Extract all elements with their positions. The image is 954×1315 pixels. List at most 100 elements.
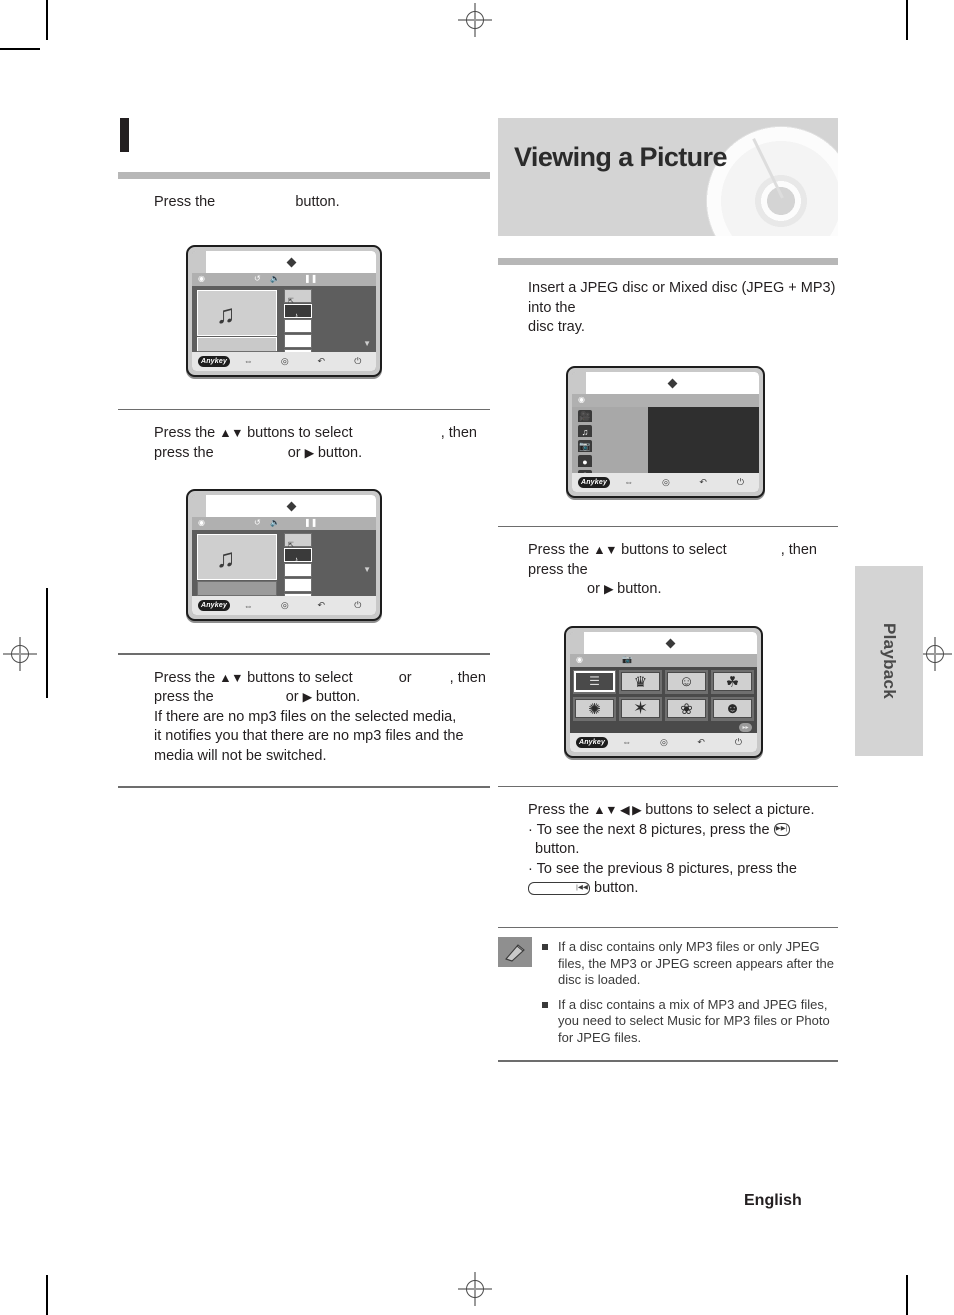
right-heading-rule bbox=[498, 258, 838, 265]
left-step3-line2-c: button. bbox=[315, 689, 361, 705]
section-title-banner: Viewing a Picture bbox=[498, 118, 838, 236]
right-step3-text-b: buttons to select a picture. bbox=[645, 802, 815, 818]
screen-content: 🎥 ♫ 📷 ● ⚙ bbox=[572, 406, 759, 488]
screen-footer: Anykey ⇔ ◎ ↶ ⏻ bbox=[192, 596, 376, 615]
navigate-icon: ⇔ bbox=[624, 477, 634, 487]
navigate-icon: ⇔ bbox=[243, 600, 253, 611]
chapter-tab-playback: Playback bbox=[855, 566, 923, 756]
file-item[interactable] bbox=[284, 578, 312, 592]
photo-icon: 📷 bbox=[622, 654, 632, 664]
thumbnail-cell[interactable]: ☺ bbox=[665, 669, 708, 694]
thumbnail-cell[interactable]: ☻ bbox=[711, 696, 754, 721]
left-step3-line5: media will not be switched. bbox=[154, 747, 327, 764]
diamond-icon bbox=[286, 501, 297, 512]
thumbnail-cell[interactable]: ☰ bbox=[573, 669, 616, 694]
album-art: ♫ bbox=[197, 289, 277, 336]
left-step-3: Press the ▲▼ buttons to select or , then… bbox=[118, 655, 490, 771]
left-step-2: Press the ▲▼ buttons to select , then pr… bbox=[118, 410, 490, 467]
scroll-down-icon[interactable]: ▼ bbox=[363, 565, 371, 574]
left-step2-line2-b: or bbox=[287, 444, 301, 461]
screen-titlebar bbox=[572, 371, 759, 394]
anykey-badge[interactable]: Anykey bbox=[578, 476, 610, 488]
chapter-tab-label: Playback bbox=[880, 622, 899, 700]
right-step3-bullet2-a: · To see the previous 8 pictures, press … bbox=[528, 860, 797, 877]
scroll-down-icon[interactable]: ▼ bbox=[363, 339, 371, 348]
screen-footer: Anykey ⇔ ◎ ↶ ⏻ bbox=[192, 351, 376, 371]
girl-flowers-thumb: ☻ bbox=[713, 698, 752, 719]
screen-statusbar: ◉ ↺ 🔈 ❚❚ bbox=[192, 517, 376, 530]
music-file-item[interactable]: ♪ bbox=[284, 303, 312, 320]
anykey-badge[interactable]: Anykey bbox=[198, 355, 230, 367]
exit-icon: ⏻ bbox=[354, 600, 362, 610]
list-row[interactable] bbox=[197, 336, 277, 352]
left-step3-line2-a: press the bbox=[154, 689, 214, 705]
thumbnail-grid: ☰ ♛ ☺ ☘ ✺ ✶ ❀ ☻ bbox=[573, 669, 754, 721]
thumbnail-cell[interactable]: ♛ bbox=[619, 669, 662, 694]
disc-icon: ◉ bbox=[576, 654, 583, 664]
left-step3-or: or bbox=[398, 669, 412, 686]
left-step2-line2-c: button. bbox=[317, 444, 363, 461]
file-item[interactable] bbox=[284, 333, 312, 348]
disc-menu-screen: ◉ 🎥 ♫ 📷 ● ⚙ Anykey ⇔ ◎ ↶ ⏻ bbox=[566, 365, 765, 498]
thumbnail-cell[interactable]: ✶ bbox=[619, 696, 662, 721]
crop-mark-tl-v bbox=[46, 0, 48, 40]
anykey-badge[interactable]: Anykey bbox=[576, 736, 608, 748]
crop-mark-br-v bbox=[906, 1275, 908, 1315]
volume-icon: 🔈 bbox=[270, 518, 280, 527]
sun-thumb: ✶ bbox=[621, 698, 660, 719]
left-step3-text-c: , then bbox=[449, 669, 486, 686]
next-page-indicator[interactable]: ▸▸ bbox=[739, 722, 752, 732]
prev-skip-icon: |◀◀ bbox=[528, 881, 590, 895]
enter-icon: ◎ bbox=[280, 355, 289, 366]
left-step3-line2-b: or bbox=[285, 689, 299, 705]
manual-page: Press the button. ◉ ↺ 🔈 ❚❚ ♫ ⇱ ♪ ▼ Anyke… bbox=[0, 0, 954, 1315]
left-step2-text-a: Press the bbox=[154, 425, 216, 441]
pause-icon: ❚❚ bbox=[304, 273, 318, 283]
note-list: If a disc contains only MP3 files or onl… bbox=[542, 937, 838, 1054]
thumbnail-cell[interactable]: ✺ bbox=[573, 696, 616, 721]
photo-thumbnail-screen: ◉ 📷 ☰ ♛ ☺ ☘ ✺ ✶ ❀ ☻ ▸▸ Anykey ⇔ ◎ ↶ ⏻ bbox=[564, 625, 763, 758]
volume-icon: 🔈 bbox=[270, 273, 280, 283]
note-box: If a disc contains only MP3 files or onl… bbox=[498, 928, 838, 1054]
disc-icon: ◉ bbox=[198, 273, 205, 283]
note-item: If a disc contains a mix of MP3 and JPEG… bbox=[542, 997, 838, 1047]
file-item[interactable] bbox=[284, 563, 312, 577]
up-down-arrows-icon: ▲▼ bbox=[219, 670, 244, 685]
folder-up-item[interactable]: ⇱ bbox=[284, 533, 312, 549]
thumbnail-cell[interactable]: ❀ bbox=[665, 696, 708, 721]
music-note-icon: ♫ bbox=[216, 298, 236, 329]
left-step-1: Press the button. bbox=[118, 179, 490, 217]
diamond-icon bbox=[667, 378, 678, 388]
right-step-3: Press the ▲▼ ◀ ▶ buttons to select a pic… bbox=[498, 787, 838, 903]
thumbnail-cell[interactable]: ☘ bbox=[711, 669, 754, 694]
exit-icon: ⏻ bbox=[736, 476, 744, 487]
repeat-icon: ↺ bbox=[254, 518, 261, 527]
screen-statusbar: ◉ bbox=[572, 393, 759, 407]
left-step2-text-c: , then bbox=[440, 425, 477, 441]
left-step2-text-b: buttons to select bbox=[247, 425, 353, 441]
anykey-badge[interactable]: Anykey bbox=[198, 600, 230, 611]
file-item[interactable] bbox=[284, 318, 312, 333]
return-icon: ↶ bbox=[699, 476, 707, 487]
castle-thumb: ♛ bbox=[621, 671, 660, 692]
up-down-arrows-icon: ▲▼ bbox=[593, 543, 618, 557]
music-file-item[interactable]: ♪ bbox=[284, 548, 312, 564]
mp3-player-screen-2: ◉ ↺ 🔈 ❚❚ ♫ ▶ ▶ ⇱ ♪ bbox=[186, 489, 382, 621]
screen-titlebar bbox=[192, 250, 376, 273]
tree-thumb: ☘ bbox=[713, 671, 752, 692]
right-step3-bullet1-a: · To see the next 8 pictures, press the bbox=[528, 821, 770, 838]
screen-statusbar: ◉ 📷 bbox=[570, 653, 757, 667]
registration-mark-top bbox=[458, 3, 492, 37]
folder-up-item[interactable]: ⇱ bbox=[284, 288, 312, 305]
enter-icon: ◎ bbox=[280, 600, 289, 610]
dpad-arrows-icon: ▲▼ ◀ ▶ bbox=[593, 803, 642, 817]
list-row[interactable] bbox=[197, 581, 277, 596]
right-arrow-icon: ▶ bbox=[304, 445, 315, 460]
screen-statusbar: ◉ ↺ 🔈 ❚❚ bbox=[192, 272, 376, 286]
right-arrow-icon: ▶ bbox=[603, 582, 614, 596]
crop-mark-bl-v bbox=[46, 1275, 48, 1315]
enter-icon: ◎ bbox=[659, 736, 668, 747]
note-item: If a disc contains only MP3 files or onl… bbox=[542, 939, 838, 989]
diamond-icon bbox=[286, 257, 297, 267]
screen-content: ☰ ♛ ☺ ☘ ✺ ✶ ❀ ☻ ▸▸ bbox=[570, 666, 757, 733]
